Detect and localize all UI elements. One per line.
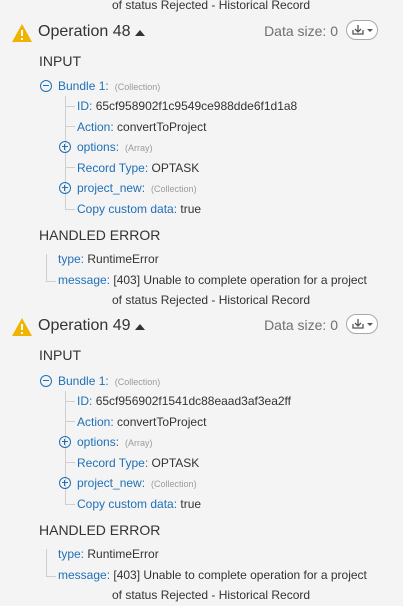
options-row[interactable]: options: (Array) [77,139,153,156]
warning-triangle-icon [12,318,32,336]
project-new-key: project_new: [77,476,146,490]
tree-branch [65,421,75,422]
tree-branch [46,281,56,282]
bundle-type-hint: (Collection) [114,82,161,92]
bundle-type-hint: (Collection) [114,377,161,387]
error-message-key: message: [58,273,111,287]
action-value: convertToProject [117,415,207,429]
data-size-label: Data size: 0 [264,23,338,39]
tree-branch [65,209,75,210]
tree-branch [65,167,75,168]
error-type-row: type: RuntimeError [58,546,159,562]
handled-error-label: HANDLED ERROR [39,522,161,538]
operation-title: Operation 49 [38,317,131,334]
id-value: 65cf958902f1c9549ce988dde6f1d1a8 [95,99,298,113]
bundle-key: Bundle 1: [58,374,109,388]
id-value: 65cf956902f1541dc88eaad3af3ea2ff [95,394,291,408]
operation-header[interactable]: Operation 49 Data size: 0 [0,314,403,344]
copy-custom-data-value: true [180,202,202,216]
error-message-row: message: [403] Unable to complete operat… [58,272,367,288]
collapse-caret-icon[interactable] [135,30,145,36]
options-type-hint: (Array) [125,143,153,153]
tree-branch [65,504,75,505]
project-new-row[interactable]: project_new: (Collection) [77,180,197,197]
action-key: Action: [77,415,114,429]
collapse-circle-icon[interactable] [40,80,52,92]
record-type-value: OPTASK [151,161,200,175]
expand-circle-icon[interactable] [59,182,71,194]
bundle-key: Bundle 1: [58,79,109,93]
project-new-row[interactable]: project_new: (Collection) [77,475,197,492]
operation-title: Operation 48 [38,23,131,40]
id-row: ID: 65cf958902f1c9549ce988dde6f1d1a8 [77,98,297,114]
error-type-value: RuntimeError [87,252,159,266]
copy-custom-data-value: true [180,497,202,511]
project-new-key: project_new: [77,181,146,195]
error-message-row: message: [403] Unable to complete operat… [58,567,367,583]
message-continuation: of status Rejected - Historical Record [112,0,311,12]
download-dropdown-icon [352,319,373,329]
tree-branch [65,401,75,402]
error-type-value: RuntimeError [87,547,159,561]
action-row: Action: convertToProject [77,414,206,430]
record-type-row: Record Type: OPTASK [77,455,199,471]
copy-custom-data-row: Copy custom data: true [77,201,201,217]
error-type-key: type: [58,252,85,266]
tree-branch [46,576,56,577]
options-key: options: [77,140,120,154]
error-message-line2: of status Rejected - Historical Record [112,588,311,602]
tree-branch [65,126,75,127]
input-section-label: INPUT [39,347,81,363]
record-type-key: Record Type: [77,456,149,470]
options-row[interactable]: options: (Array) [77,434,153,451]
id-key: ID: [77,99,93,113]
record-type-key: Record Type: [77,161,149,175]
project-new-type-hint: (Collection) [151,479,197,489]
id-row: ID: 65cf956902f1541dc88eaad3af3ea2ff [77,393,291,409]
record-type-value: OPTASK [151,456,200,470]
operation-header[interactable]: Operation 48 Data size: 0 [0,20,403,50]
download-dropdown-icon [352,25,373,35]
expand-circle-icon[interactable] [59,477,71,489]
expand-circle-icon[interactable] [59,436,71,448]
project-new-type-hint: (Collection) [151,184,197,194]
id-key: ID: [77,394,93,408]
expand-circle-icon[interactable] [59,141,71,153]
options-type-hint: (Array) [125,438,153,448]
copy-custom-data-row: Copy custom data: true [77,496,201,512]
data-size-label: Data size: 0 [264,317,338,333]
error-message-line1: [403] Unable to complete operation for a… [113,568,367,582]
error-message-line2: of status Rejected - Historical Record [112,293,311,307]
options-key: options: [77,435,120,449]
download-button[interactable] [346,314,378,334]
action-row: Action: convertToProject [77,119,206,135]
action-value: convertToProject [117,120,207,134]
error-message-line1: [403] Unable to complete operation for a… [113,273,367,287]
bundle-row: Bundle 1: (Collection) [58,78,160,95]
record-type-row: Record Type: OPTASK [77,160,199,176]
warning-triangle-icon [12,24,32,42]
tree-branch [65,462,75,463]
copy-custom-data-key: Copy custom data: [77,497,178,511]
error-type-key: type: [58,547,85,561]
tree-line [46,549,47,576]
error-message-key: message: [58,568,111,582]
copy-custom-data-key: Copy custom data: [77,202,178,216]
input-section-label: INPUT [39,53,81,69]
tree-line [46,254,47,281]
action-key: Action: [77,120,114,134]
bundle-row: Bundle 1: (Collection) [58,373,160,390]
tree-branch [65,106,75,107]
collapse-circle-icon[interactable] [40,375,52,387]
error-type-row: type: RuntimeError [58,251,159,267]
download-button[interactable] [346,20,378,40]
collapse-caret-icon[interactable] [135,324,145,330]
handled-error-label: HANDLED ERROR [39,227,161,243]
